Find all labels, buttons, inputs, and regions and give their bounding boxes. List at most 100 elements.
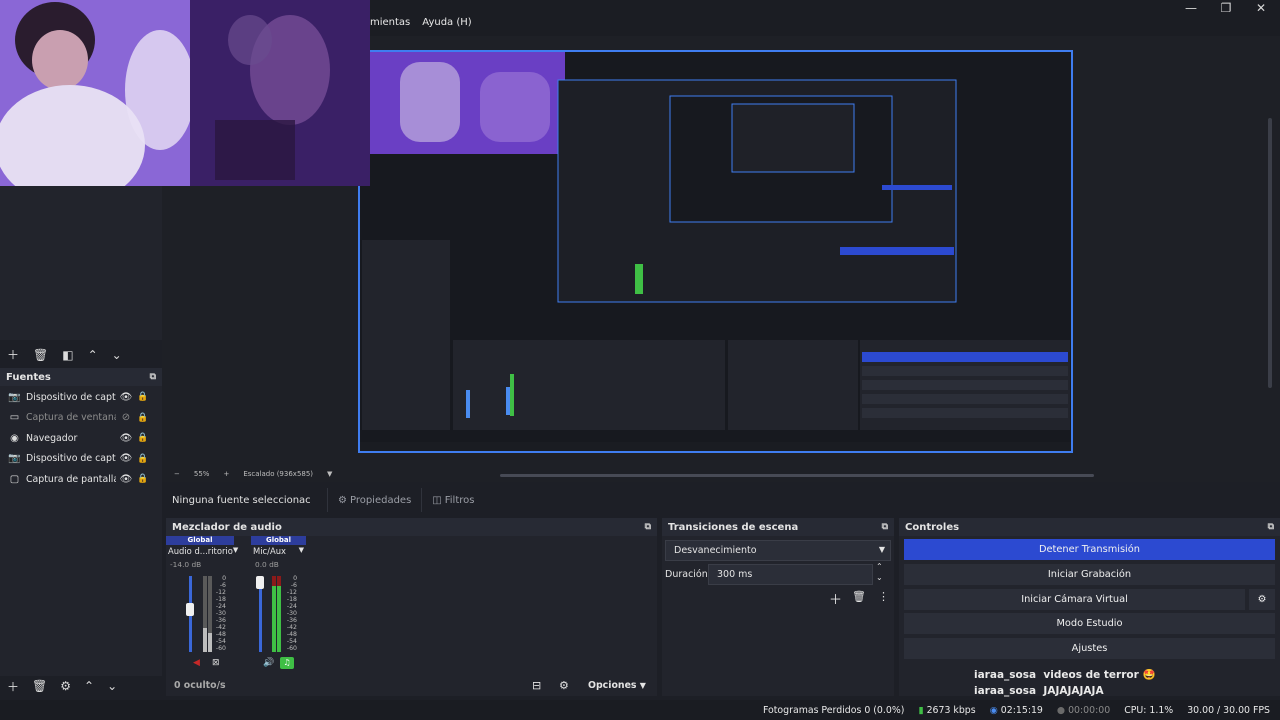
filters-button[interactable]: ◫ Filtros bbox=[421, 488, 484, 512]
add-transition-icon[interactable]: ＋ bbox=[829, 589, 842, 608]
record-icon: ● bbox=[1056, 704, 1066, 716]
start-recording-button[interactable]: Iniciar Grabación bbox=[904, 564, 1275, 585]
transition-type-select[interactable]: Desvanecimiento ▼ bbox=[665, 540, 891, 561]
move-down-icon[interactable]: ⌄ bbox=[107, 679, 117, 693]
cpu-usage: CPU: 1.1% bbox=[1124, 704, 1174, 716]
maximize-button[interactable]: ❐ bbox=[1209, 0, 1243, 16]
duration-input[interactable]: 300 ms bbox=[708, 564, 873, 585]
close-button[interactable]: ✕ bbox=[1244, 0, 1278, 16]
channel-name-row[interactable]: Mic/Aux ▼ bbox=[251, 545, 306, 557]
level-meter-peak bbox=[277, 576, 281, 586]
scene-filters-icon[interactable]: ◧ bbox=[62, 348, 73, 362]
visibility-hidden-icon[interactable]: ⊘ bbox=[116, 412, 136, 423]
start-virtual-camera-button[interactable]: Iniciar Cámara Virtual bbox=[904, 589, 1245, 610]
chat-text: videos de terror 🤩 bbox=[1043, 669, 1156, 681]
channel-db: -14.0 dB bbox=[170, 560, 202, 569]
options-label: Opciones bbox=[588, 680, 637, 691]
source-label: Captura de pantalla bbox=[26, 473, 116, 485]
move-down-icon[interactable]: ⌄ bbox=[112, 348, 122, 362]
level-meter-peak bbox=[272, 576, 276, 586]
status-bar: Fotogramas Perdidos 0 (0.0%) ▮ 2673 kbps… bbox=[0, 700, 1280, 720]
visibility-eye-icon[interactable]: 👁 bbox=[116, 453, 136, 464]
filters-icon: ◫ bbox=[432, 494, 442, 506]
level-meter-fill bbox=[272, 576, 276, 652]
duration-down-icon[interactable]: ⌄ bbox=[876, 573, 883, 582]
options-button[interactable]: Opciones ▼ bbox=[588, 680, 646, 691]
source-item[interactable]: ◉ Navegador 👁 🔒 bbox=[0, 428, 162, 449]
volume-slider-knob[interactable] bbox=[256, 576, 264, 589]
sources-title: Fuentes bbox=[6, 371, 51, 383]
sources-toolbar: ＋ 🗑 ⚙ ⌃ ⌄ bbox=[0, 676, 162, 696]
settings-button[interactable]: Ajustes bbox=[904, 638, 1275, 659]
transition-properties-icon[interactable]: ⋮ bbox=[878, 590, 889, 603]
undock-icon[interactable]: ⧉ bbox=[1268, 522, 1274, 532]
remove-transition-icon[interactable]: 🗑 bbox=[852, 590, 866, 603]
source-item[interactable]: 📷 Dispositivo de captu 👁 🔒 bbox=[0, 449, 162, 470]
chat-user: iaraa_sosa bbox=[974, 669, 1037, 681]
preview-horizontal-scrollbar[interactable] bbox=[500, 474, 1094, 477]
undock-icon[interactable]: ⧉ bbox=[882, 522, 888, 532]
audio-mixer-panel: Mezclador de audio ⧉ Global Audio d...ri… bbox=[166, 518, 657, 696]
source-settings-gear-icon[interactable]: ⚙ bbox=[60, 679, 71, 693]
lock-icon[interactable]: 🔒 bbox=[136, 392, 150, 402]
preview-vertical-scrollbar[interactable] bbox=[1268, 118, 1272, 388]
menu-item-help[interactable]: Ayuda (H) bbox=[422, 17, 471, 28]
zoom-percent: 55% bbox=[193, 470, 210, 478]
sources-title-bar: Fuentes ⧉ bbox=[0, 368, 162, 386]
undock-icon[interactable]: ⧉ bbox=[645, 522, 651, 532]
channel-tag: Global bbox=[166, 536, 234, 545]
controls-title-bar: Controles ⧉ bbox=[899, 518, 1280, 536]
lock-icon[interactable]: 🔒 bbox=[136, 413, 150, 423]
headphones-monitor-icon[interactable]: ♫ bbox=[280, 657, 294, 669]
source-toolbar: Ninguna fuente seleccionac ⚙ Propiedades… bbox=[162, 488, 1280, 512]
speaker-icon[interactable]: 🔊 bbox=[263, 658, 274, 668]
rec-time: 00:00:00 bbox=[1068, 704, 1111, 716]
zoom-in-icon[interactable]: + bbox=[223, 470, 229, 478]
remove-source-icon[interactable]: 🗑 bbox=[32, 679, 47, 693]
stop-streaming-button[interactable]: Detener Transmisión bbox=[904, 539, 1275, 560]
move-up-icon[interactable]: ⌃ bbox=[84, 679, 94, 693]
channel-tag: Global bbox=[251, 536, 306, 545]
remove-scene-icon[interactable]: 🗑 bbox=[33, 348, 48, 362]
visibility-eye-icon[interactable]: 👁 bbox=[116, 474, 136, 485]
lock-icon[interactable]: 🔒 bbox=[136, 433, 150, 443]
move-up-icon[interactable]: ⌃ bbox=[88, 348, 98, 362]
advanced-audio-icon[interactable]: ⚙ bbox=[559, 679, 569, 692]
add-source-icon[interactable]: ＋ bbox=[7, 678, 19, 695]
preview-canvas[interactable] bbox=[358, 50, 1073, 453]
undock-icon[interactable]: ⧉ bbox=[150, 372, 156, 382]
window-icon: ▭ bbox=[9, 412, 20, 424]
visibility-eye-icon[interactable]: 👁 bbox=[116, 392, 136, 403]
lock-icon[interactable]: 🔒 bbox=[136, 474, 150, 484]
chat-overlay: iaraa_sosa videos de terror 🤩 iaraa_sosa… bbox=[974, 668, 1156, 699]
properties-button[interactable]: ⚙ Propiedades bbox=[327, 488, 421, 512]
add-scene-icon[interactable]: ＋ bbox=[7, 346, 19, 363]
minimize-button[interactable]: — bbox=[1174, 0, 1208, 16]
monitor-off-icon[interactable]: ⊠ bbox=[212, 658, 220, 668]
menu-item-tools[interactable]: mientas bbox=[370, 17, 410, 28]
channel-menu-arrow-icon[interactable]: ▼ bbox=[299, 546, 304, 556]
zoom-out-icon[interactable]: − bbox=[174, 470, 180, 478]
visibility-eye-icon[interactable]: 👁 bbox=[116, 433, 136, 444]
muted-speaker-icon[interactable]: ◀ bbox=[193, 658, 200, 668]
duration-up-icon[interactable]: ⌃ bbox=[876, 562, 883, 571]
source-item[interactable]: ▢ Captura de pantalla 👁 🔒 bbox=[0, 469, 162, 490]
virtual-camera-settings-gear-icon[interactable]: ⚙ bbox=[1249, 589, 1275, 610]
scale-dropdown-icon[interactable]: ▼ bbox=[327, 470, 332, 478]
level-meter-fill bbox=[208, 633, 212, 652]
volume-slider-knob[interactable] bbox=[186, 603, 194, 616]
sources-list: 📷 Dispositivo de captu 👁 🔒 ▭ Captura de … bbox=[0, 386, 162, 490]
source-item[interactable]: 📷 Dispositivo de captu 👁 🔒 bbox=[0, 387, 162, 408]
source-item[interactable]: ▭ Captura de ventana ⊘ 🔒 bbox=[0, 408, 162, 429]
studio-mode-button[interactable]: Modo Estudio bbox=[904, 613, 1275, 634]
mixer-channel-desktop-audio: Global Audio d...ritorio ▼ -14.0 dB bbox=[166, 536, 238, 569]
channel-menu-arrow-icon[interactable]: ▼ bbox=[233, 546, 238, 556]
transitions-title-bar: Transiciones de escena ⧉ bbox=[662, 518, 894, 536]
mixer-title: Mezclador de audio bbox=[172, 521, 282, 533]
camera-icon: 📷 bbox=[8, 453, 21, 465]
lock-icon[interactable]: 🔒 bbox=[136, 454, 150, 464]
mixer-layout-icon[interactable]: ⊟ bbox=[532, 679, 541, 692]
channel-name-row[interactable]: Audio d...ritorio ▼ bbox=[166, 545, 238, 557]
signal-bars-icon: ▮ bbox=[918, 704, 924, 716]
camera-icon: 📷 bbox=[8, 391, 21, 403]
